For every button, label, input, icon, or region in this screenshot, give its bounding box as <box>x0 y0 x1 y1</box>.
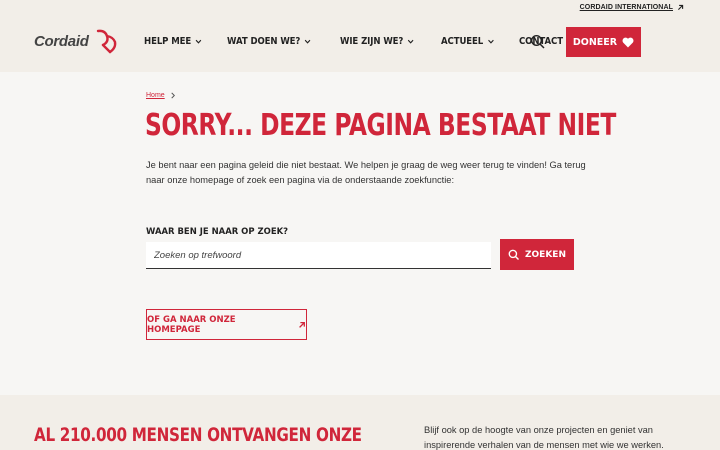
donate-label: DONEER <box>572 36 618 48</box>
homepage-button[interactable]: OF GA NAAR ONZE HOMEPAGE <box>146 309 307 340</box>
chevron-down-icon <box>305 39 312 44</box>
chevron-down-icon <box>407 39 414 44</box>
search-submit-label: ZOEKEN <box>525 249 566 260</box>
search-label: WAAR BEN JE NAAR OP ZOEK? <box>146 226 289 237</box>
logo-text: Cordaid <box>34 32 89 50</box>
newsletter-text: Blijf ook op de hoogte van onze projecte… <box>424 425 664 450</box>
nav-label: WAT DOEN WE? <box>227 36 301 47</box>
homepage-button-label: OF GA NAAR ONZE HOMEPAGE <box>147 314 236 335</box>
site-header: CORDAID INTERNATIONAL Cordaid HELP MEE W… <box>0 0 720 72</box>
main-content: Home SORRY... DEZE PAGINA BESTAAT NIET J… <box>0 72 720 395</box>
nav-item-wie-zijn-we[interactable]: WIE ZIJN WE? <box>340 36 415 47</box>
page-title: SORRY... DEZE PAGINA BESTAAT NIET <box>145 108 616 143</box>
newsletter-heading: AL 210.000 MENSEN ONTVANGEN ONZE <box>34 424 362 446</box>
nav-item-actueel[interactable]: ACTUEEL <box>441 36 495 47</box>
arrow-up-right-icon <box>678 4 684 10</box>
donate-button[interactable]: DONEER <box>566 27 641 57</box>
breadcrumb-home-link[interactable]: Home <box>146 92 165 99</box>
cordaid-international-label: CORDAID INTERNATIONAL <box>579 4 673 11</box>
chevron-down-icon <box>488 39 494 44</box>
nav-item-wat-doen-we[interactable]: WAT DOEN WE? <box>227 36 312 47</box>
logo-mark-icon <box>96 29 116 54</box>
search-icon <box>508 249 520 260</box>
nav-label: ACTUEEL <box>441 36 484 47</box>
search-icon <box>530 34 545 49</box>
cordaid-international-link[interactable]: CORDAID INTERNATIONAL <box>580 4 684 11</box>
chevron-right-icon <box>171 92 175 99</box>
breadcrumb: Home <box>146 92 176 99</box>
chevron-down-icon <box>196 39 202 44</box>
search-submit-button[interactable]: ZOEKEN <box>500 239 574 270</box>
intro-text: Je bent naar een pagina geleid die niet … <box>146 160 586 185</box>
heart-icon <box>622 37 634 47</box>
nav-label: HELP MEE <box>144 36 192 47</box>
arrow-up-right-icon <box>299 321 306 328</box>
main-nav: HELP MEE WAT DOEN WE? WIE ZIJN WE? ACTUE… <box>144 36 586 47</box>
search-input[interactable] <box>146 242 491 269</box>
cordaid-logo[interactable]: Cordaid <box>34 28 119 54</box>
newsletter-section: AL 210.000 MENSEN ONTVANGEN ONZE Blijf o… <box>0 395 720 450</box>
nav-label: WIE ZIJN WE? <box>339 36 404 47</box>
header-search-button[interactable] <box>530 34 546 50</box>
nav-item-help-mee[interactable]: HELP MEE <box>144 36 203 47</box>
